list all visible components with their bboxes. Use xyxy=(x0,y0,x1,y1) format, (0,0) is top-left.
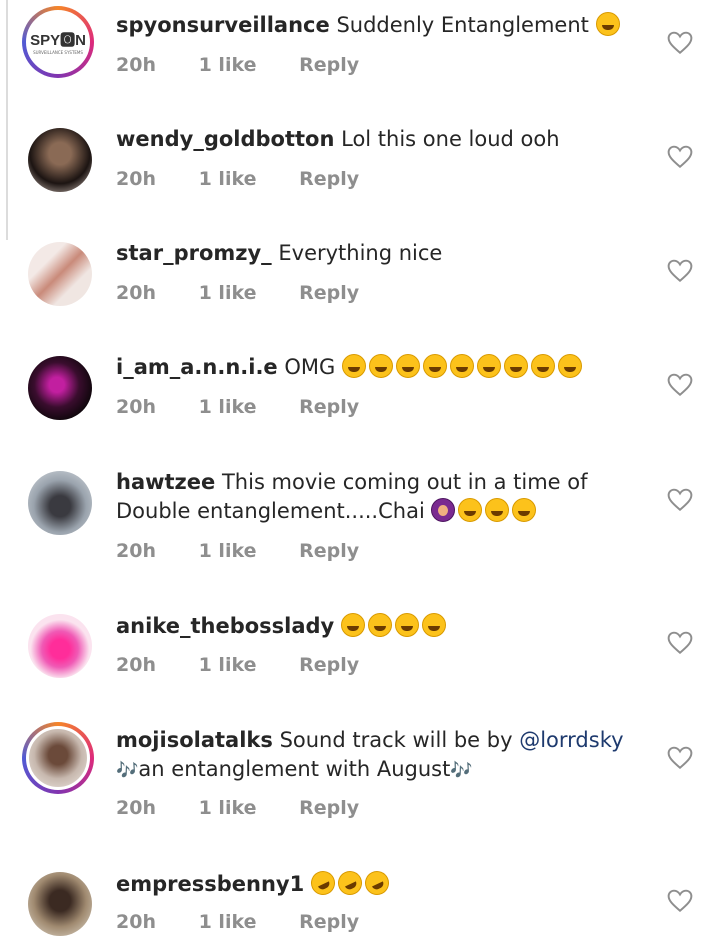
comment-meta: 20h 1 like Reply xyxy=(116,168,359,190)
comment-likes[interactable]: 1 like xyxy=(199,540,257,562)
avatar[interactable] xyxy=(28,471,92,535)
comment-username[interactable]: i_am_a.n.n.i.e xyxy=(116,355,278,379)
scroll-edge-divider xyxy=(6,0,8,240)
heart-outline-icon[interactable] xyxy=(667,631,693,655)
laugh-cry-emoji-icon xyxy=(394,613,419,637)
comment-body: Suddenly Entanglement xyxy=(336,13,589,37)
comment-username[interactable]: wendy_goldbotton xyxy=(116,127,334,151)
reply-button[interactable]: Reply xyxy=(299,797,359,819)
laugh-cry-emoji-icon xyxy=(458,498,483,522)
avatar[interactable]: SPY🅾N SURVEILLANCE SYSTEMS xyxy=(22,6,94,78)
heart-outline-icon[interactable] xyxy=(667,373,693,397)
comment-text: mojisolatalks Sound track will be by @lo… xyxy=(116,726,646,785)
music-notes-icon: 🎶 xyxy=(450,760,473,781)
comment-body-start: Sound track will be by xyxy=(279,728,513,752)
heart-outline-icon[interactable] xyxy=(667,746,693,770)
rofl-emoji-icon xyxy=(360,867,393,899)
laugh-cry-emoji-icon xyxy=(395,354,420,378)
comment-text: spyonsurveillance Suddenly Entanglement xyxy=(116,11,646,40)
comment-username[interactable]: spyonsurveillance xyxy=(116,13,330,37)
comment-likes[interactable]: 1 like xyxy=(199,654,257,676)
comment-text: wendy_goldbotton Lol this one loud ooh xyxy=(116,125,646,154)
music-notes-icon: 🎶 xyxy=(116,760,139,781)
comment-username[interactable]: star_promzy_ xyxy=(116,241,272,265)
comment-username[interactable]: empressbenny1 xyxy=(116,872,304,896)
laugh-cry-emoji-icon xyxy=(557,354,582,378)
reply-button[interactable]: Reply xyxy=(299,654,359,676)
comment-meta: 20h 1 like Reply xyxy=(116,911,359,933)
comment-time: 20h xyxy=(116,540,156,562)
avatar[interactable] xyxy=(28,872,92,936)
comment-time: 20h xyxy=(116,54,156,76)
reply-button[interactable]: Reply xyxy=(299,168,359,190)
comment-time: 20h xyxy=(116,654,156,676)
comment-text: anike_thebosslady xyxy=(116,612,646,641)
woman-gesturing-emoji-icon xyxy=(431,498,456,522)
avatar[interactable] xyxy=(28,614,92,678)
laugh-cry-emoji-icon xyxy=(421,613,446,637)
laugh-cry-emoji-icon xyxy=(449,354,474,378)
comment-body: OMG xyxy=(284,355,336,379)
comment-meta: 20h 1 like Reply xyxy=(116,797,359,819)
mention-link[interactable]: @lorrdsky xyxy=(519,728,623,752)
reply-button[interactable]: Reply xyxy=(299,911,359,933)
comment-body: Lol this one loud ooh xyxy=(341,127,560,151)
rofl-emoji-icon xyxy=(333,867,366,899)
comment-likes[interactable]: 1 like xyxy=(199,911,257,933)
comment-username[interactable]: mojisolatalks xyxy=(116,728,273,752)
reply-button[interactable]: Reply xyxy=(299,54,359,76)
comment-meta: 20h 1 like Reply xyxy=(116,654,359,676)
comment-likes[interactable]: 1 like xyxy=(199,54,257,76)
comment-likes[interactable]: 1 like xyxy=(199,168,257,190)
comment-likes[interactable]: 1 like xyxy=(199,282,257,304)
avatar[interactable] xyxy=(28,242,92,306)
comment-meta: 20h 1 like Reply xyxy=(116,54,359,76)
laugh-cry-emoji-icon xyxy=(422,354,447,378)
comment-body-end: an entanglement with August xyxy=(138,757,451,781)
laugh-cry-emoji-icon xyxy=(512,498,537,522)
heart-outline-icon[interactable] xyxy=(667,31,693,55)
comment-meta: 20h 1 like Reply xyxy=(116,540,359,562)
laugh-cry-emoji-icon xyxy=(368,354,393,378)
avatar-logo-text: SPY🅾N xyxy=(30,32,86,49)
rofl-emoji-icon xyxy=(306,867,339,899)
reply-button[interactable]: Reply xyxy=(299,540,359,562)
avatar-logo-subtitle: SURVEILLANCE SYSTEMS xyxy=(33,50,83,55)
laugh-cry-emoji-icon xyxy=(485,498,510,522)
heart-outline-icon[interactable] xyxy=(667,889,693,913)
heart-outline-icon[interactable] xyxy=(667,259,693,283)
comment-text: empressbenny1 xyxy=(116,867,646,899)
comment-time: 20h xyxy=(116,797,156,819)
comment-time: 20h xyxy=(116,396,156,418)
reply-button[interactable]: Reply xyxy=(299,282,359,304)
laugh-cry-emoji-icon xyxy=(367,613,392,637)
avatar[interactable] xyxy=(28,356,92,420)
comment-time: 20h xyxy=(116,911,156,933)
heart-outline-icon[interactable] xyxy=(667,145,693,169)
comment-meta: 20h 1 like Reply xyxy=(116,282,359,304)
comment-username[interactable]: hawtzee xyxy=(116,470,215,494)
heart-outline-icon[interactable] xyxy=(667,488,693,512)
laugh-cry-emoji-icon xyxy=(503,354,528,378)
comment-time: 20h xyxy=(116,168,156,190)
laugh-cry-emoji-icon xyxy=(595,12,620,36)
comment-likes[interactable]: 1 like xyxy=(199,797,257,819)
comment-body: Everything nice xyxy=(278,241,443,265)
reply-button[interactable]: Reply xyxy=(299,396,359,418)
laugh-cry-emoji-icon xyxy=(476,354,501,378)
laugh-cry-emoji-icon xyxy=(530,354,555,378)
avatar[interactable] xyxy=(22,722,94,794)
comment-text: hawtzee This movie coming out in a time … xyxy=(116,468,646,526)
comment-time: 20h xyxy=(116,282,156,304)
comment-text: i_am_a.n.n.i.e OMG xyxy=(116,353,646,382)
laugh-cry-emoji-icon xyxy=(340,613,365,637)
comment-meta: 20h 1 like Reply xyxy=(116,396,359,418)
avatar[interactable] xyxy=(28,128,92,192)
laugh-cry-emoji-icon xyxy=(341,354,366,378)
comment-username[interactable]: anike_thebosslady xyxy=(116,614,334,638)
comment-likes[interactable]: 1 like xyxy=(199,396,257,418)
comment-text: star_promzy_ Everything nice xyxy=(116,239,646,268)
